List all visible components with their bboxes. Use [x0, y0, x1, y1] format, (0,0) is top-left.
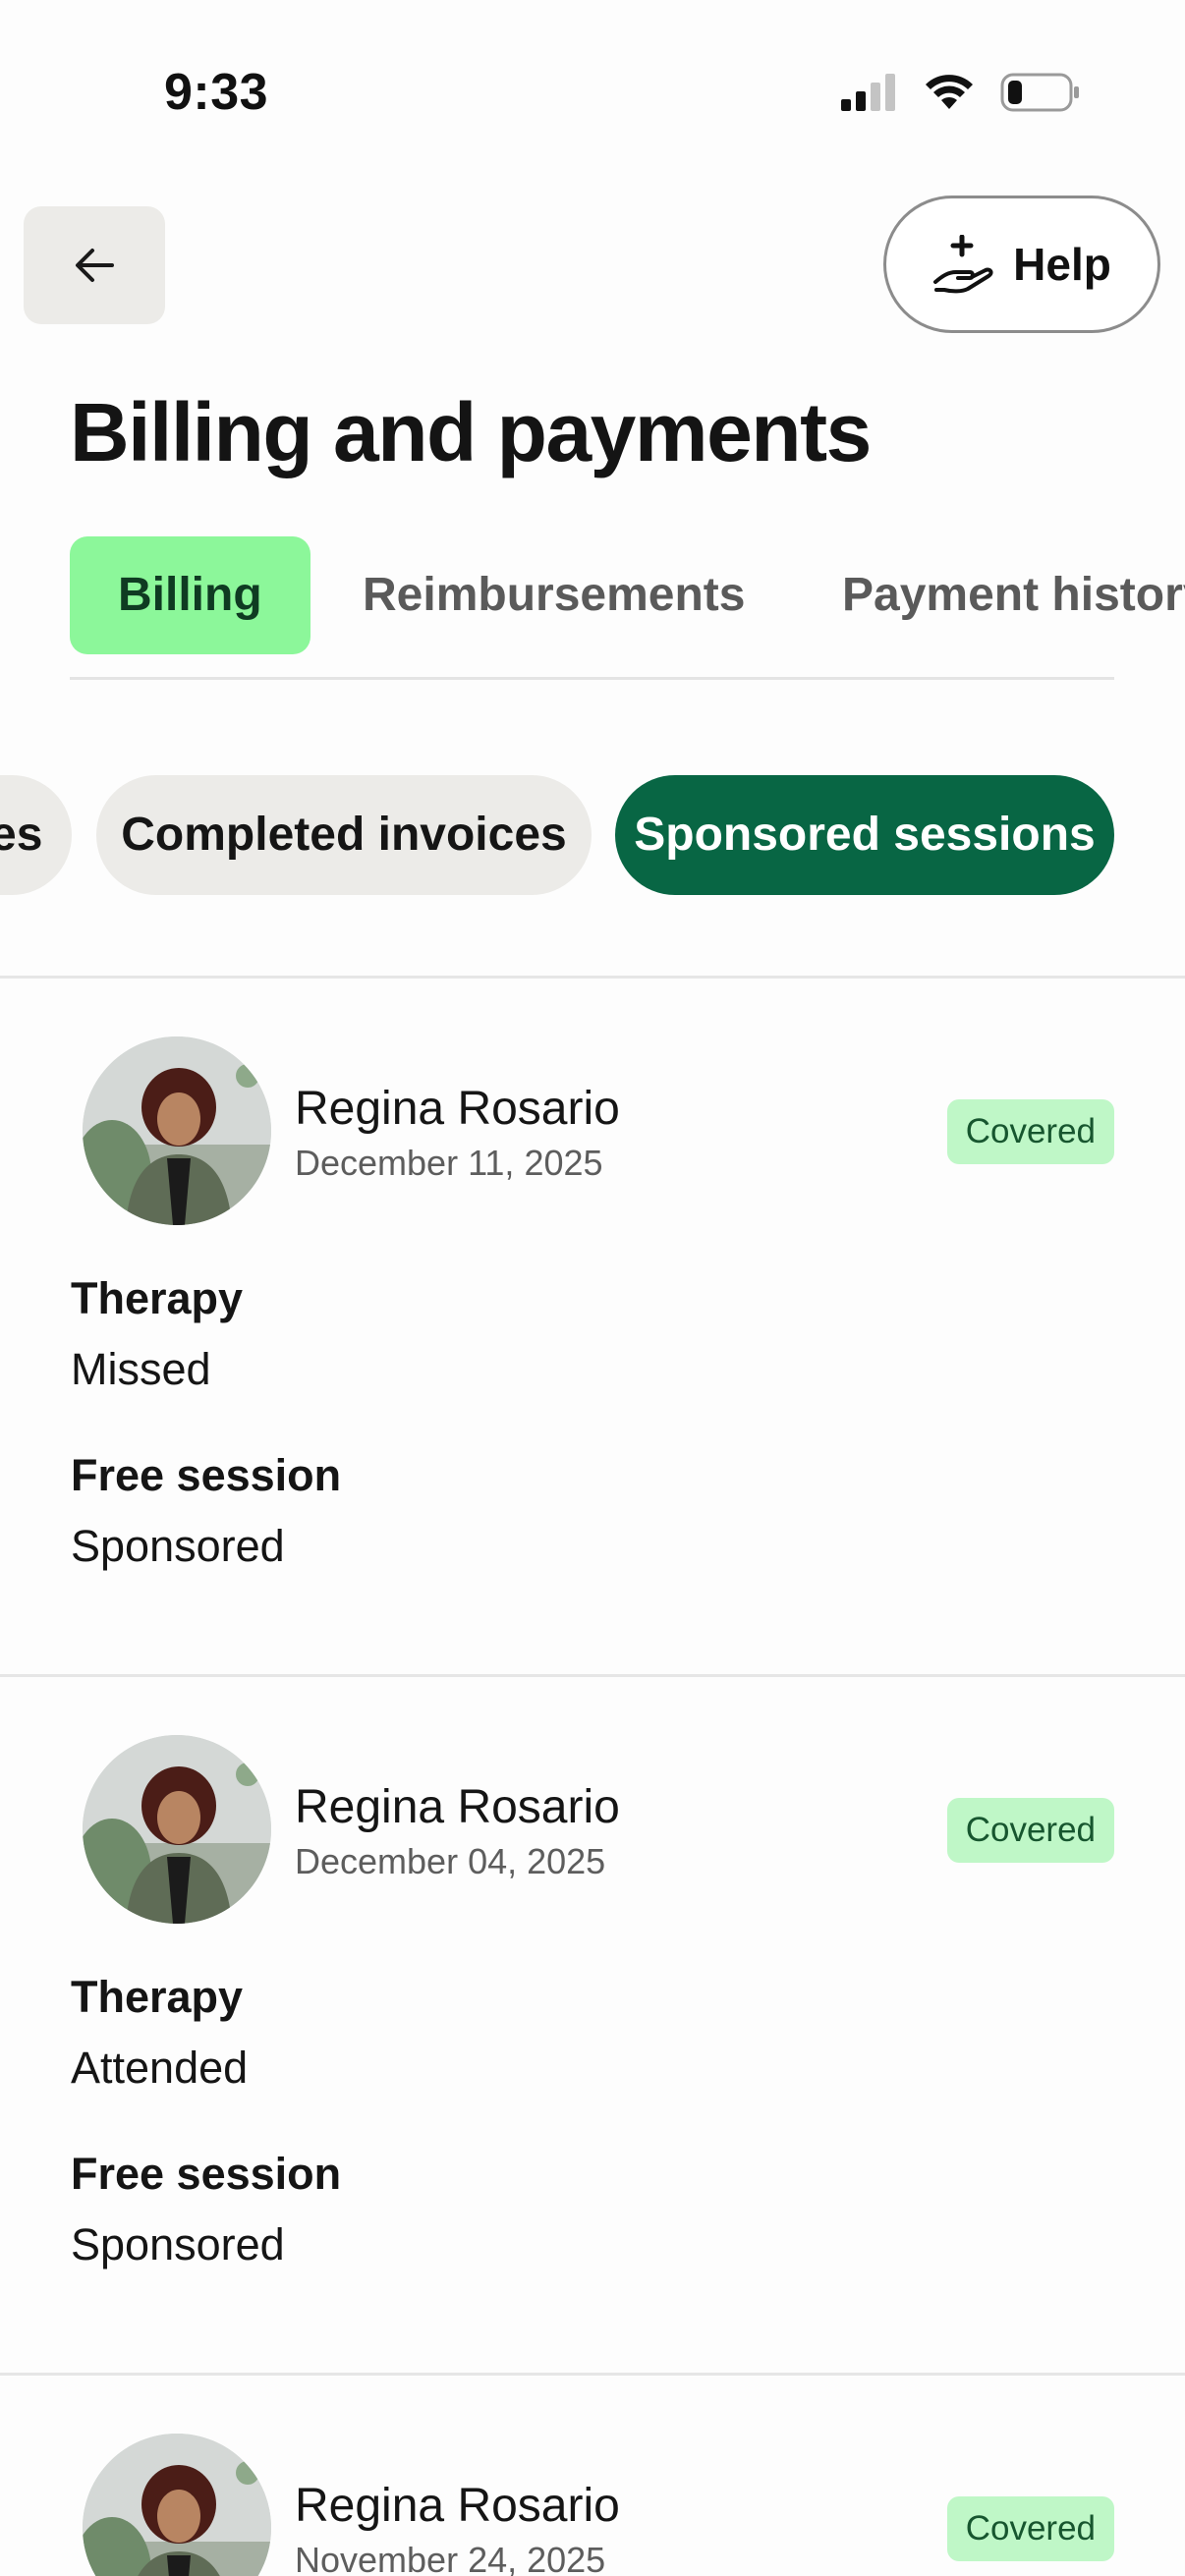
avatar	[83, 1036, 271, 1225]
attendance-value: Missed	[71, 1344, 211, 1394]
provider-photo	[83, 1735, 271, 1924]
avatar	[83, 2434, 271, 2576]
session-card[interactable]: Regina Rosario December 11, 2025 Covered…	[0, 1036, 1185, 1587]
filter-chips: es Completed invoices Sponsored sessions	[0, 775, 1185, 895]
pricing-value: Sponsored	[71, 2219, 285, 2269]
chip-filter-partial[interactable]: es	[0, 775, 72, 895]
status-time: 9:33	[164, 64, 269, 121]
provider-name: Regina Rosario	[295, 1083, 620, 1135]
tab-billing[interactable]: Billing	[70, 536, 310, 654]
pricing-label: Free session	[71, 1450, 342, 1500]
session-card[interactable]: Regina Rosario December 04, 2025 Covered…	[0, 1735, 1185, 2285]
tab-reimbursements[interactable]: Reimbursements	[363, 536, 745, 654]
arrow-left-icon	[76, 249, 114, 282]
attendance-value: Attended	[71, 2043, 249, 2093]
avatar	[83, 1735, 271, 1924]
section-divider	[0, 976, 1185, 979]
session-date: November 24, 2025	[295, 2540, 606, 2576]
status-badge: Covered	[946, 1798, 1114, 1863]
chip-completed-invoices[interactable]: Completed invoices	[96, 775, 592, 895]
tabs-divider	[70, 677, 1114, 680]
help-button[interactable]: Help	[883, 196, 1160, 333]
tab-payment-history[interactable]: Payment history	[842, 536, 1185, 654]
pricing-label: Free session	[71, 2149, 342, 2199]
provider-photo	[83, 1036, 271, 1225]
pricing-value: Sponsored	[71, 1521, 285, 1571]
cellular-signal-icon	[841, 74, 895, 111]
help-label: Help	[1013, 239, 1111, 290]
status-icons	[841, 73, 1081, 112]
status-badge: Covered	[946, 1099, 1114, 1164]
provider-name: Regina Rosario	[295, 1781, 620, 1833]
session-date: December 11, 2025	[295, 1143, 603, 1183]
chip-sponsored-sessions[interactable]: Sponsored sessions	[615, 775, 1114, 895]
session-type-label: Therapy	[71, 1972, 244, 2022]
card-divider	[0, 2373, 1185, 2376]
provider-name: Regina Rosario	[295, 2480, 620, 2532]
status-badge: Covered	[946, 2496, 1114, 2561]
session-date: December 04, 2025	[295, 1841, 606, 1881]
page-title: Billing and payments	[70, 386, 872, 478]
session-type-label: Therapy	[71, 1273, 244, 1323]
wifi-icon	[926, 75, 973, 109]
back-button[interactable]	[24, 206, 165, 324]
provider-photo	[83, 2434, 271, 2576]
billing-tabs: Billing Reimbursements Payment history	[70, 536, 1185, 654]
session-card[interactable]: Regina Rosario November 24, 2025 Covered	[0, 2434, 1185, 2576]
card-divider	[0, 1674, 1185, 1677]
battery-icon	[1000, 73, 1079, 112]
hand-plus-icon	[933, 235, 993, 294]
